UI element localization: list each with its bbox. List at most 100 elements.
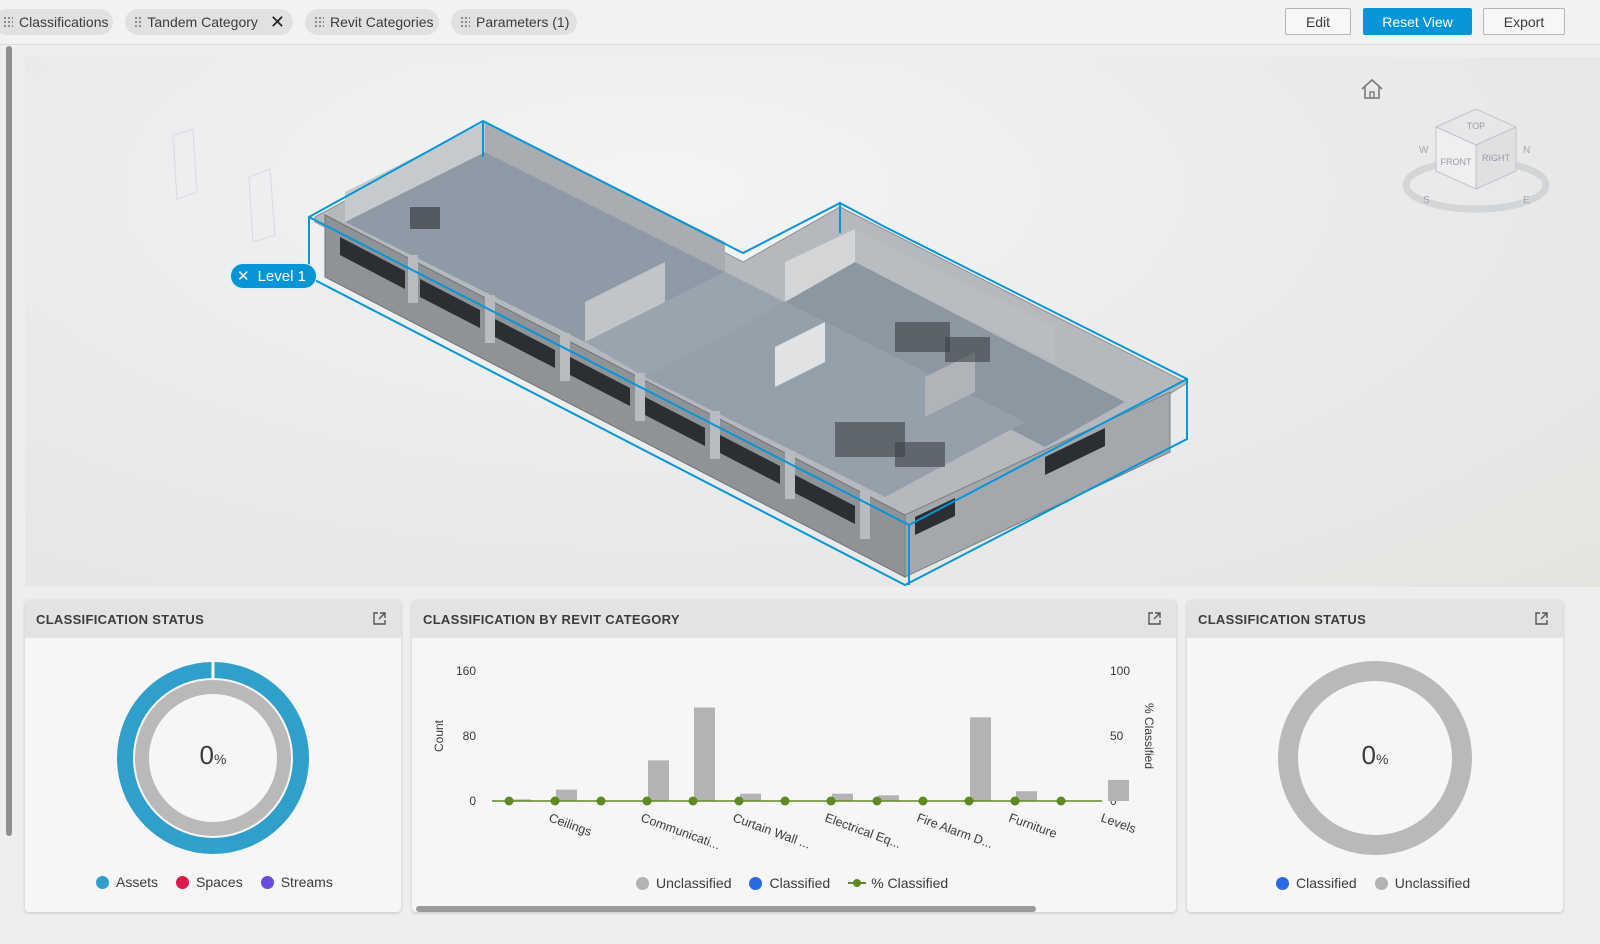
horizontal-scrollbar[interactable] bbox=[416, 906, 1036, 912]
classification-by-category-card: CLASSIFICATION BY REVIT CATEGORY 0801600… bbox=[412, 600, 1176, 912]
level-tag-label: Level 1 bbox=[257, 267, 306, 285]
legend-label: Streams bbox=[280, 874, 333, 890]
chip-revit-categories[interactable]: Revit Categories bbox=[305, 9, 439, 35]
y-tick-label: 0 bbox=[469, 794, 476, 808]
export-button[interactable]: Export bbox=[1483, 8, 1565, 35]
legend-item-spaces[interactable]: Spaces bbox=[176, 874, 243, 890]
x-tick-label: Levels bbox=[1099, 811, 1138, 837]
card-title: CLASSIFICATION STATUS bbox=[36, 611, 205, 627]
legend-item-percent-classified[interactable]: % Classified bbox=[848, 875, 948, 891]
chip-label: Parameters (1) bbox=[476, 14, 570, 30]
chip-parameters[interactable]: Parameters (1) bbox=[451, 9, 577, 35]
chart-legend: Classified Unclassified bbox=[1276, 875, 1488, 891]
percent-point bbox=[964, 796, 974, 806]
percent-point bbox=[826, 796, 836, 806]
chip-label: Classifications bbox=[19, 14, 109, 30]
category-bar-chart: 080160050100Count% ClassifiedCeilingsCom… bbox=[432, 664, 1156, 853]
percent-point bbox=[734, 796, 744, 806]
legend-swatch bbox=[176, 875, 190, 889]
legend-item-classified[interactable]: Classified bbox=[1276, 875, 1357, 891]
percent-point bbox=[1010, 796, 1020, 806]
compass-s-label[interactable]: S bbox=[1423, 195, 1430, 206]
percent-point bbox=[596, 796, 606, 806]
donut-center-value: 0% bbox=[1325, 740, 1425, 771]
viewcube-right-label[interactable]: RIGHT bbox=[1482, 153, 1511, 163]
popout-icon[interactable] bbox=[372, 611, 387, 626]
card-title: CLASSIFICATION STATUS bbox=[1198, 611, 1367, 627]
legend-swatch bbox=[749, 876, 763, 890]
home-icon[interactable] bbox=[1359, 77, 1385, 101]
compass-e-label[interactable]: E bbox=[1523, 195, 1530, 206]
y-tick-label: 80 bbox=[463, 729, 477, 743]
legend-item-unclassified[interactable]: Unclassified bbox=[1374, 875, 1471, 891]
legend-swatch bbox=[260, 875, 274, 889]
legend-label: Spaces bbox=[196, 874, 243, 890]
legend-item-streams[interactable]: Streams bbox=[260, 874, 333, 890]
x-tick-label: Curtain Wall ... bbox=[731, 811, 812, 852]
value-number: 0 bbox=[199, 740, 214, 770]
close-icon[interactable]: ✕ bbox=[270, 13, 285, 31]
percent-point bbox=[918, 796, 928, 806]
classification-status-card-2: CLASSIFICATION STATUS 0% Classified Uncl… bbox=[1187, 600, 1563, 912]
vertical-scrollbar[interactable] bbox=[6, 46, 12, 836]
drag-handle-icon[interactable] bbox=[134, 16, 142, 28]
viewcube-front-label[interactable]: FRONT bbox=[1441, 157, 1472, 167]
y2-tick-label: 100 bbox=[1110, 664, 1130, 678]
chart-legend: Unclassified Classified % Classified bbox=[636, 875, 966, 891]
line-swatch-icon bbox=[848, 879, 867, 887]
legend-item-unclassified[interactable]: Unclassified bbox=[636, 875, 731, 891]
reset-view-button[interactable]: Reset View bbox=[1363, 8, 1472, 35]
chip-label: Revit Categories bbox=[330, 14, 434, 30]
y-axis-label: Count bbox=[432, 719, 446, 752]
donut-center-value: 0% bbox=[163, 740, 263, 771]
classification-status-card: CLASSIFICATION STATUS 0% Assets Spaces S… bbox=[25, 600, 401, 912]
legend-swatch bbox=[1276, 876, 1289, 890]
legend-swatch bbox=[1374, 876, 1388, 890]
legend-item-classified[interactable]: Classified bbox=[749, 875, 830, 891]
legend-label: % Classified bbox=[871, 875, 949, 891]
chip-tandem-category[interactable]: Tandem Category ✕ bbox=[125, 9, 293, 35]
value-unit: % bbox=[1376, 751, 1389, 767]
percent-point bbox=[780, 796, 790, 806]
edit-button[interactable]: Edit bbox=[1285, 8, 1351, 35]
compass-n-label[interactable]: N bbox=[1523, 145, 1530, 156]
percent-point bbox=[642, 796, 652, 806]
legend-label: Unclassified bbox=[1394, 875, 1471, 891]
percent-point bbox=[550, 796, 560, 806]
viewcube-icon[interactable]: TOP FRONT RIGHT N W S E bbox=[1401, 97, 1551, 217]
card-title: CLASSIFICATION BY REVIT CATEGORY bbox=[423, 611, 680, 627]
x-tick-label: Fire Alarm D... bbox=[915, 811, 995, 851]
bar-unclassified bbox=[1108, 779, 1129, 801]
viewcube-top-label[interactable]: TOP bbox=[1467, 121, 1485, 131]
legend-label: Unclassified bbox=[656, 875, 732, 891]
chart-legend: Assets Spaces Streams bbox=[96, 874, 351, 890]
legend-swatch bbox=[636, 876, 649, 890]
legend-item-assets[interactable]: Assets bbox=[96, 874, 158, 890]
card-header: CLASSIFICATION STATUS bbox=[1187, 600, 1563, 638]
drag-handle-icon[interactable] bbox=[314, 16, 324, 28]
building-model[interactable] bbox=[25, 57, 1600, 587]
legend-label: Classified bbox=[769, 875, 831, 891]
y2-axis-label: % Classified bbox=[1142, 703, 1156, 769]
percent-point bbox=[1056, 796, 1066, 806]
popout-icon[interactable] bbox=[1534, 611, 1549, 626]
drag-handle-icon[interactable] bbox=[3, 16, 13, 28]
chip-classifications[interactable]: Classifications bbox=[0, 9, 113, 35]
level-tag[interactable]: ✕ Level 1 bbox=[230, 263, 317, 289]
drag-handle-icon[interactable] bbox=[460, 16, 470, 28]
x-tick-label: Communicati... bbox=[639, 811, 722, 853]
model-viewer[interactable]: TOP FRONT RIGHT N W S E ✕ Level 1 bbox=[25, 57, 1600, 587]
x-tick-label: Electrical Eq... bbox=[823, 811, 903, 851]
value-unit: % bbox=[214, 751, 227, 767]
close-icon[interactable]: ✕ bbox=[237, 267, 250, 285]
top-toolbar: Classifications Tandem Category ✕ Revit … bbox=[0, 0, 1600, 45]
bar-unclassified bbox=[970, 717, 991, 801]
x-tick-label: Furniture bbox=[1007, 811, 1059, 841]
x-tick-label: Ceilings bbox=[547, 811, 594, 839]
bar-unclassified bbox=[648, 760, 669, 801]
y2-tick-label: 50 bbox=[1110, 729, 1124, 743]
compass-w-label[interactable]: W bbox=[1419, 145, 1429, 156]
popout-icon[interactable] bbox=[1147, 611, 1162, 626]
percent-point bbox=[688, 796, 698, 806]
y-tick-label: 160 bbox=[456, 664, 476, 678]
